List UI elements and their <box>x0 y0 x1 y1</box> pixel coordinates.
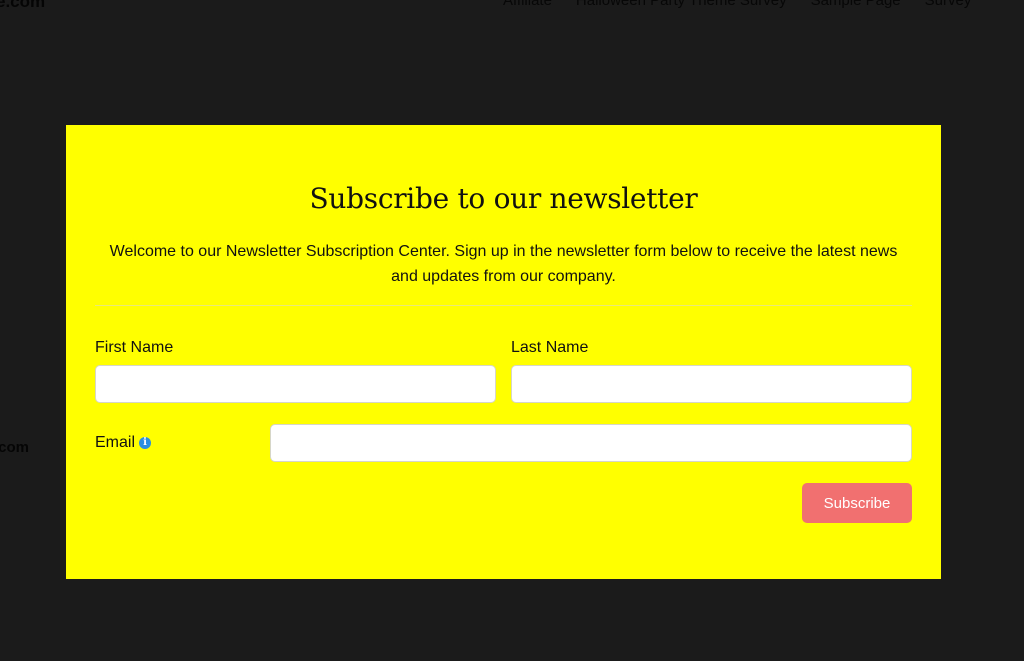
newsletter-modal: Subscribe to our newsletter Welcome to o… <box>66 125 941 579</box>
email-input[interactable] <box>270 424 912 462</box>
last-name-field-group: Last Name <box>511 339 912 403</box>
first-name-input[interactable] <box>95 365 496 403</box>
page: e.com Affiliate Halloween Party Theme Su… <box>0 0 1024 661</box>
email-label: Email <box>95 434 136 451</box>
name-row: First Name Last Name <box>95 339 912 403</box>
subscribe-button[interactable]: Subscribe <box>802 483 912 523</box>
modal-description: Welcome to our Newsletter Subscription C… <box>109 243 898 285</box>
first-name-label: First Name <box>95 339 174 356</box>
site-nav: Affiliate Halloween Party Theme Survey S… <box>503 0 995 9</box>
nav-link-survey[interactable]: Survey <box>925 0 972 9</box>
email-label-group: Email i <box>95 434 270 452</box>
site-title[interactable]: e.com <box>0 0 45 12</box>
email-input-wrap <box>270 424 912 462</box>
modal-title: Subscribe to our newsletter <box>309 182 698 215</box>
form-actions: Subscribe <box>95 483 912 523</box>
last-name-label: Last Name <box>511 339 589 356</box>
email-row: Email i <box>95 424 912 462</box>
nav-link-halloween-survey[interactable]: Halloween Party Theme Survey <box>576 0 787 9</box>
nav-link-sample-page[interactable]: Sample Page <box>811 0 901 9</box>
first-name-field-group: First Name <box>95 339 496 403</box>
last-name-input[interactable] <box>511 365 912 403</box>
nav-link-affiliate[interactable]: Affiliate <box>503 0 552 9</box>
info-icon[interactable]: i <box>139 437 152 449</box>
background-site-text: .com <box>0 439 30 456</box>
divider <box>95 305 912 306</box>
